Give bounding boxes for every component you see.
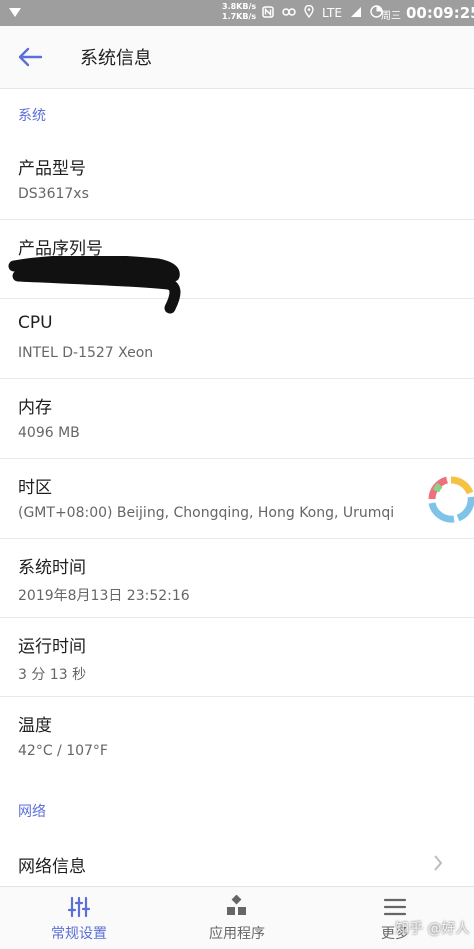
row-label: 时区 [18, 478, 52, 498]
row-system-time: 系统时间 2019年8月13日 23:52:16 [0, 539, 474, 618]
row-label: CPU [18, 313, 53, 333]
app-bar: 系统信息 [0, 26, 474, 89]
arrow-left-icon [18, 47, 43, 67]
row-timezone: 时区 (GMT+08:00) Beijing, Chongqing, Hong … [0, 459, 474, 539]
download-speed: 1.7KB/s [222, 12, 257, 21]
row-memory: 内存 4096 MB [0, 379, 474, 459]
row-value: 3 分 13 秒 [18, 667, 87, 683]
section-header-network: 网络 [18, 804, 46, 820]
link-icon [282, 6, 296, 20]
tab-applications[interactable]: 应用程序 [177, 887, 297, 949]
location-icon [304, 4, 314, 21]
notification-icon [8, 4, 22, 23]
network-type: LTE [322, 6, 342, 20]
row-cpu: CPU INTEL D-1527 Xeon [0, 299, 474, 379]
nfc-icon [262, 5, 274, 21]
row-label: 温度 [18, 716, 52, 736]
watermark: 知乎 @好人 [395, 921, 470, 937]
status-bar: 3.8KB/s 1.7KB/s LTE 周三 00:09:25 [0, 0, 474, 26]
status-time: 00:09:25 [406, 4, 474, 22]
row-value: 42°C / 107°F [18, 743, 108, 759]
back-button[interactable] [16, 44, 44, 70]
status-icons: LTE [262, 4, 383, 21]
status-day: 周三 [381, 11, 401, 22]
row-serial-number: 产品序列号 [0, 220, 474, 314]
row-temperature: 温度 42°C / 107°F [0, 697, 474, 775]
menu-icon [383, 898, 407, 916]
row-uptime: 运行时间 3 分 13 秒 [0, 618, 474, 697]
floating-ring-icon[interactable] [428, 475, 474, 525]
row-label: 运行时间 [18, 637, 86, 657]
row-label: 网络信息 [18, 857, 86, 877]
row-label: 产品型号 [18, 159, 86, 179]
row-value: INTEL D-1527 Xeon [18, 345, 154, 361]
row-value: 2019年8月13日 23:52:16 [18, 588, 190, 604]
signal-icon [350, 6, 362, 21]
row-value: DS3617xs [18, 186, 89, 202]
sliders-icon [67, 896, 91, 918]
row-product-model: 产品型号 DS3617xs [0, 140, 474, 220]
tab-general-settings[interactable]: 常规设置 [19, 887, 139, 949]
tab-label: 常规设置 [51, 926, 107, 942]
tab-label: 应用程序 [209, 926, 265, 942]
section-header-system: 系统 [18, 108, 46, 124]
page-title: 系统信息 [80, 48, 152, 69]
chevron-right-icon [434, 855, 443, 871]
row-label: 内存 [18, 398, 52, 418]
upload-speed: 3.8KB/s [222, 2, 257, 11]
row-value: 4096 MB [18, 425, 80, 441]
apps-grid-icon [227, 895, 246, 915]
network-speed: 3.8KB/s 1.7KB/s [222, 2, 256, 22]
row-label: 系统时间 [18, 558, 86, 578]
row-value: (GMT+08:00) Beijing, Chongqing, Hong Kon… [18, 505, 395, 521]
row-network-info[interactable]: 网络信息 [0, 840, 474, 886]
